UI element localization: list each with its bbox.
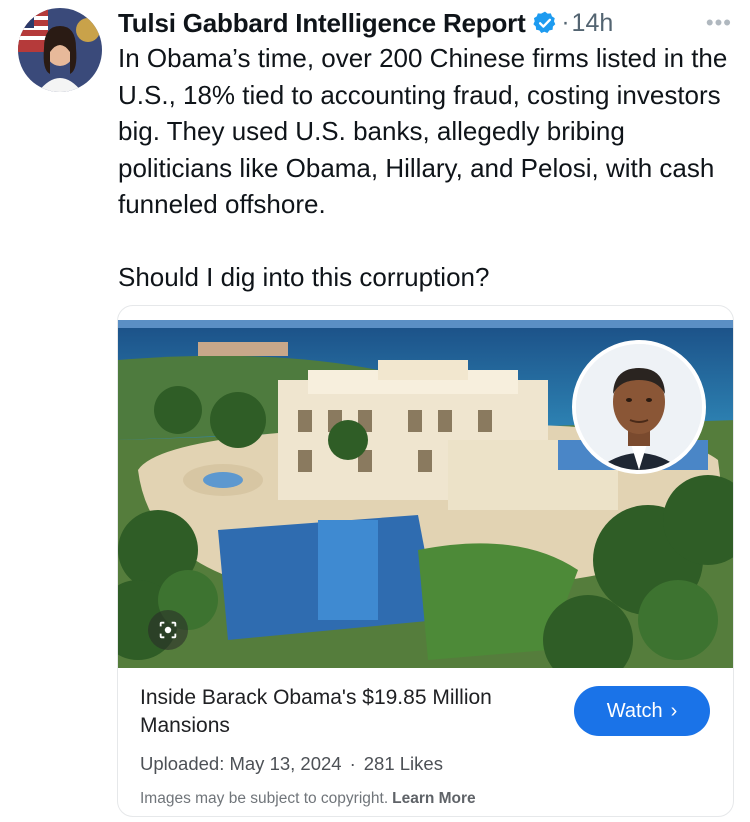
lens-icon[interactable] bbox=[148, 610, 188, 650]
copyright-text: Images may be subject to copyright. bbox=[140, 790, 389, 807]
tweet-body: In Obama’s time, over 200 Chinese firms … bbox=[118, 40, 738, 295]
verified-badge-icon[interactable] bbox=[532, 10, 558, 36]
card-meta: Uploaded: May 13, 2024 · 281 Likes bbox=[140, 753, 443, 775]
tweet-header: Tulsi Gabbard Intelligence Report · 14h … bbox=[118, 6, 738, 40]
upload-date: Uploaded: May 13, 2024 bbox=[140, 753, 342, 774]
card-title[interactable]: Inside Barack Obama's $19.85 Million Man… bbox=[140, 684, 560, 740]
learn-more-link[interactable]: Learn More bbox=[392, 790, 476, 807]
portrait-inset bbox=[572, 340, 706, 474]
tweet-paragraph: In Obama’s time, over 200 Chinese firms … bbox=[118, 43, 735, 219]
author-name[interactable]: Tulsi Gabbard Intelligence Report bbox=[118, 8, 526, 39]
watch-button[interactable]: Watch › bbox=[574, 686, 710, 736]
tweet-timestamp[interactable]: 14h bbox=[572, 9, 614, 38]
time-separator: · bbox=[561, 9, 570, 36]
chevron-right-icon: › bbox=[670, 699, 678, 722]
more-options-icon[interactable]: ••• bbox=[706, 10, 732, 36]
tweet-paragraph: Should I dig into this corruption? bbox=[118, 261, 490, 292]
copyright-notice: Images may be subject to copyright. Learn… bbox=[140, 790, 476, 808]
media-card[interactable]: Inside Barack Obama's $19.85 Million Man… bbox=[117, 305, 734, 817]
meta-separator: · bbox=[349, 753, 356, 774]
mansion-image[interactable] bbox=[118, 320, 733, 668]
like-count: 281 Likes bbox=[363, 753, 443, 774]
author-avatar[interactable] bbox=[18, 8, 102, 92]
watch-button-label: Watch bbox=[606, 699, 663, 722]
